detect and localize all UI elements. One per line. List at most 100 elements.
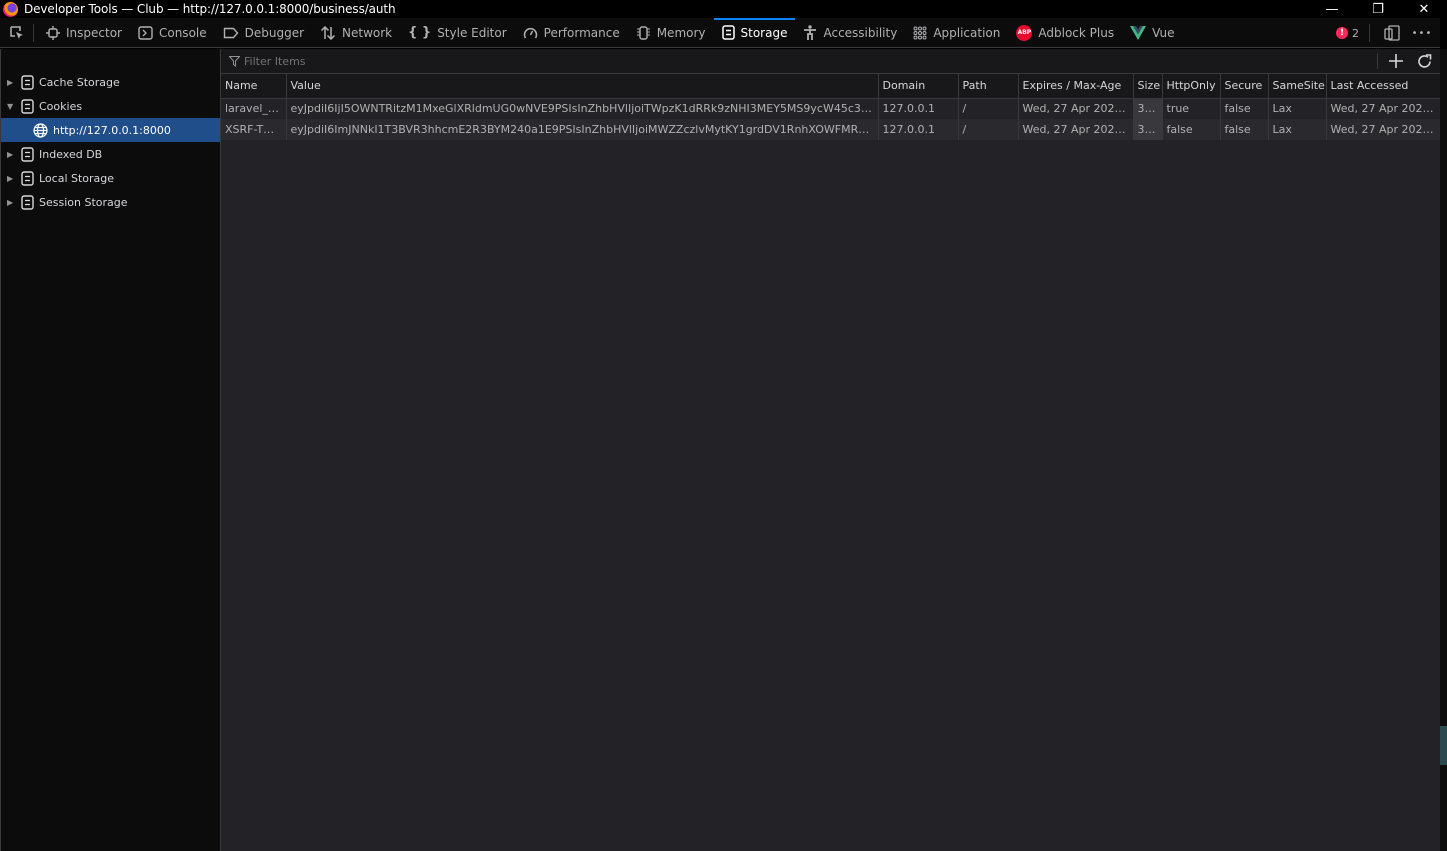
tab-console[interactable]: Console xyxy=(130,18,215,48)
cell-last-accessed[interactable]: Wed, 27 Apr 2022 ... xyxy=(1325,119,1440,140)
cell-value[interactable]: eyJpdiI6IjI5OWNTRitzM1MxeGlXRldmUG0wNVE9… xyxy=(285,98,878,119)
window-title: Developer Tools — Club — http://127.0.0.… xyxy=(24,2,396,16)
sidebar-item-indexed-db[interactable]: ▶ Indexed DB xyxy=(1,142,220,166)
add-item-button[interactable] xyxy=(1384,49,1408,73)
storage-icon xyxy=(21,74,34,90)
column-header-size[interactable]: Size xyxy=(1132,74,1162,99)
sidebar-item-label: Cache Storage xyxy=(39,75,120,89)
close-button[interactable]: ✕ xyxy=(1401,0,1447,18)
tab-network[interactable]: Network xyxy=(312,18,400,48)
filter-bar xyxy=(221,49,1440,74)
cell-name[interactable]: XSRF-TO... xyxy=(221,119,286,140)
tab-performance[interactable]: Performance xyxy=(515,18,628,48)
cell-size[interactable]: 352 xyxy=(1132,119,1162,140)
column-header-value[interactable]: Value xyxy=(285,74,878,99)
cell-size[interactable]: 357 xyxy=(1132,98,1162,119)
tab-label: Accessibility xyxy=(823,25,898,40)
debugger-icon xyxy=(223,27,239,39)
cell-httponly[interactable]: false xyxy=(1161,119,1220,140)
dock-side-icon xyxy=(1384,25,1400,41)
tab-accessibility[interactable]: Accessibility xyxy=(795,18,905,48)
tab-style-editor[interactable]: { } Style Editor xyxy=(400,18,515,48)
error-count: 2 xyxy=(1352,26,1359,40)
network-icon xyxy=(320,25,336,40)
column-header-domain[interactable]: Domain xyxy=(877,74,958,99)
cell-expires[interactable]: Wed, 27 Apr 2022 ... xyxy=(1017,119,1133,140)
tab-label: Debugger xyxy=(244,25,305,40)
tab-label: Network xyxy=(342,25,393,40)
sidebar-item-session-storage[interactable]: ▶ Session Storage xyxy=(1,190,220,214)
window-titlebar: Developer Tools — Club — http://127.0.0.… xyxy=(0,0,1447,18)
element-picker-button[interactable] xyxy=(0,23,34,42)
cell-expires[interactable]: Wed, 27 Apr 2022 ... xyxy=(1017,98,1133,119)
sidebar-item-cookie-host[interactable]: http://127.0.0.1:8000 xyxy=(1,118,220,142)
cell-last-accessed[interactable]: Wed, 27 Apr 2022 ... xyxy=(1325,98,1440,119)
sidebar-item-cache-storage[interactable]: ▶ Cache Storage xyxy=(1,70,220,94)
filter-icon xyxy=(229,55,240,67)
sidebar-item-local-storage[interactable]: ▶ Local Storage xyxy=(1,166,220,190)
cell-path[interactable]: / xyxy=(957,119,1018,140)
column-header-httponly[interactable]: HttpOnly xyxy=(1161,74,1220,99)
restore-button[interactable]: ❐ xyxy=(1355,0,1401,18)
tab-application[interactable]: Application xyxy=(905,18,1008,48)
tab-storage[interactable]: Storage xyxy=(713,17,796,48)
filter-bar-actions xyxy=(1377,49,1440,73)
window-controls: — ❐ ✕ xyxy=(1309,0,1447,18)
cell-domain[interactable]: 127.0.0.1 xyxy=(877,98,958,119)
cell-secure[interactable]: false xyxy=(1219,98,1268,119)
toolbar-right: ! 2 ••• xyxy=(1336,18,1434,48)
tab-vue[interactable]: Vue xyxy=(1122,18,1182,48)
more-icon: ••• xyxy=(1411,27,1433,39)
refresh-icon xyxy=(1417,53,1431,68)
filter-items-input[interactable] xyxy=(244,54,1344,68)
filter-bar-divider xyxy=(1377,53,1378,69)
more-options-button[interactable]: ••• xyxy=(1410,21,1434,45)
storage-icon xyxy=(21,146,34,162)
error-count-button[interactable]: ! 2 xyxy=(1336,27,1359,40)
adblock-plus-icon: ABP xyxy=(1016,24,1033,41)
tab-label: Storage xyxy=(740,25,788,40)
column-header-name[interactable]: Name xyxy=(221,74,286,99)
memory-icon xyxy=(636,25,651,40)
element-picker-icon xyxy=(9,25,23,39)
tab-label: Adblock Plus xyxy=(1038,25,1115,40)
column-header-samesite[interactable]: SameSite xyxy=(1267,74,1326,99)
column-header-last-accessed[interactable]: Last Accessed xyxy=(1325,74,1440,99)
table-header-row: Name Value Domain Path Expires / Max-Age… xyxy=(221,74,1440,99)
cell-samesite[interactable]: Lax xyxy=(1267,98,1326,119)
cell-name[interactable]: laravel_s... xyxy=(221,98,286,119)
expand-arrow-icon[interactable]: ▶ xyxy=(7,78,17,87)
tab-label: Style Editor xyxy=(437,25,507,40)
tab-adblock-plus[interactable]: ABP Adblock Plus xyxy=(1008,18,1122,48)
column-header-path[interactable]: Path xyxy=(957,74,1018,99)
sidebar-item-label: Session Storage xyxy=(39,195,128,209)
sidebar-item-cookies[interactable]: ▼ Cookies xyxy=(1,94,220,118)
cell-path[interactable]: / xyxy=(957,98,1018,119)
dock-side-button[interactable] xyxy=(1380,21,1404,45)
tab-inspector[interactable]: Inspector xyxy=(38,18,130,48)
column-header-expires[interactable]: Expires / Max-Age xyxy=(1017,74,1133,99)
tab-debugger[interactable]: Debugger xyxy=(215,18,312,48)
expand-arrow-icon[interactable]: ▶ xyxy=(7,174,17,183)
minimize-button[interactable]: — xyxy=(1309,0,1355,18)
table-row[interactable]: XSRF-TO... eyJpdiI6ImJNNkI1T3BVR3hhcmE2R… xyxy=(221,119,1440,140)
tab-memory[interactable]: Memory xyxy=(628,18,714,48)
plus-icon xyxy=(1389,54,1403,68)
window-scrollbar-thumb[interactable] xyxy=(1440,726,1447,765)
inspector-icon xyxy=(46,25,60,40)
expand-arrow-icon[interactable]: ▶ xyxy=(7,150,17,159)
storage-icon xyxy=(21,170,34,186)
table-row[interactable]: laravel_s... eyJpdiI6IjI5OWNTRitzM1MxeGl… xyxy=(221,98,1440,119)
collapse-arrow-icon[interactable]: ▼ xyxy=(7,102,17,111)
sidebar-item-label: Cookies xyxy=(39,99,83,113)
column-header-secure[interactable]: Secure xyxy=(1219,74,1268,99)
cell-httponly[interactable]: true xyxy=(1161,98,1220,119)
globe-icon xyxy=(33,122,48,138)
cell-samesite[interactable]: Lax xyxy=(1267,119,1326,140)
tab-label: Console xyxy=(158,25,207,40)
cell-value[interactable]: eyJpdiI6ImJNNkI1T3BVR3hhcmE2R3BYM240a1E9… xyxy=(285,119,878,140)
cell-domain[interactable]: 127.0.0.1 xyxy=(877,119,958,140)
cell-secure[interactable]: false xyxy=(1219,119,1268,140)
refresh-button[interactable] xyxy=(1412,49,1436,73)
expand-arrow-icon[interactable]: ▶ xyxy=(7,198,17,207)
